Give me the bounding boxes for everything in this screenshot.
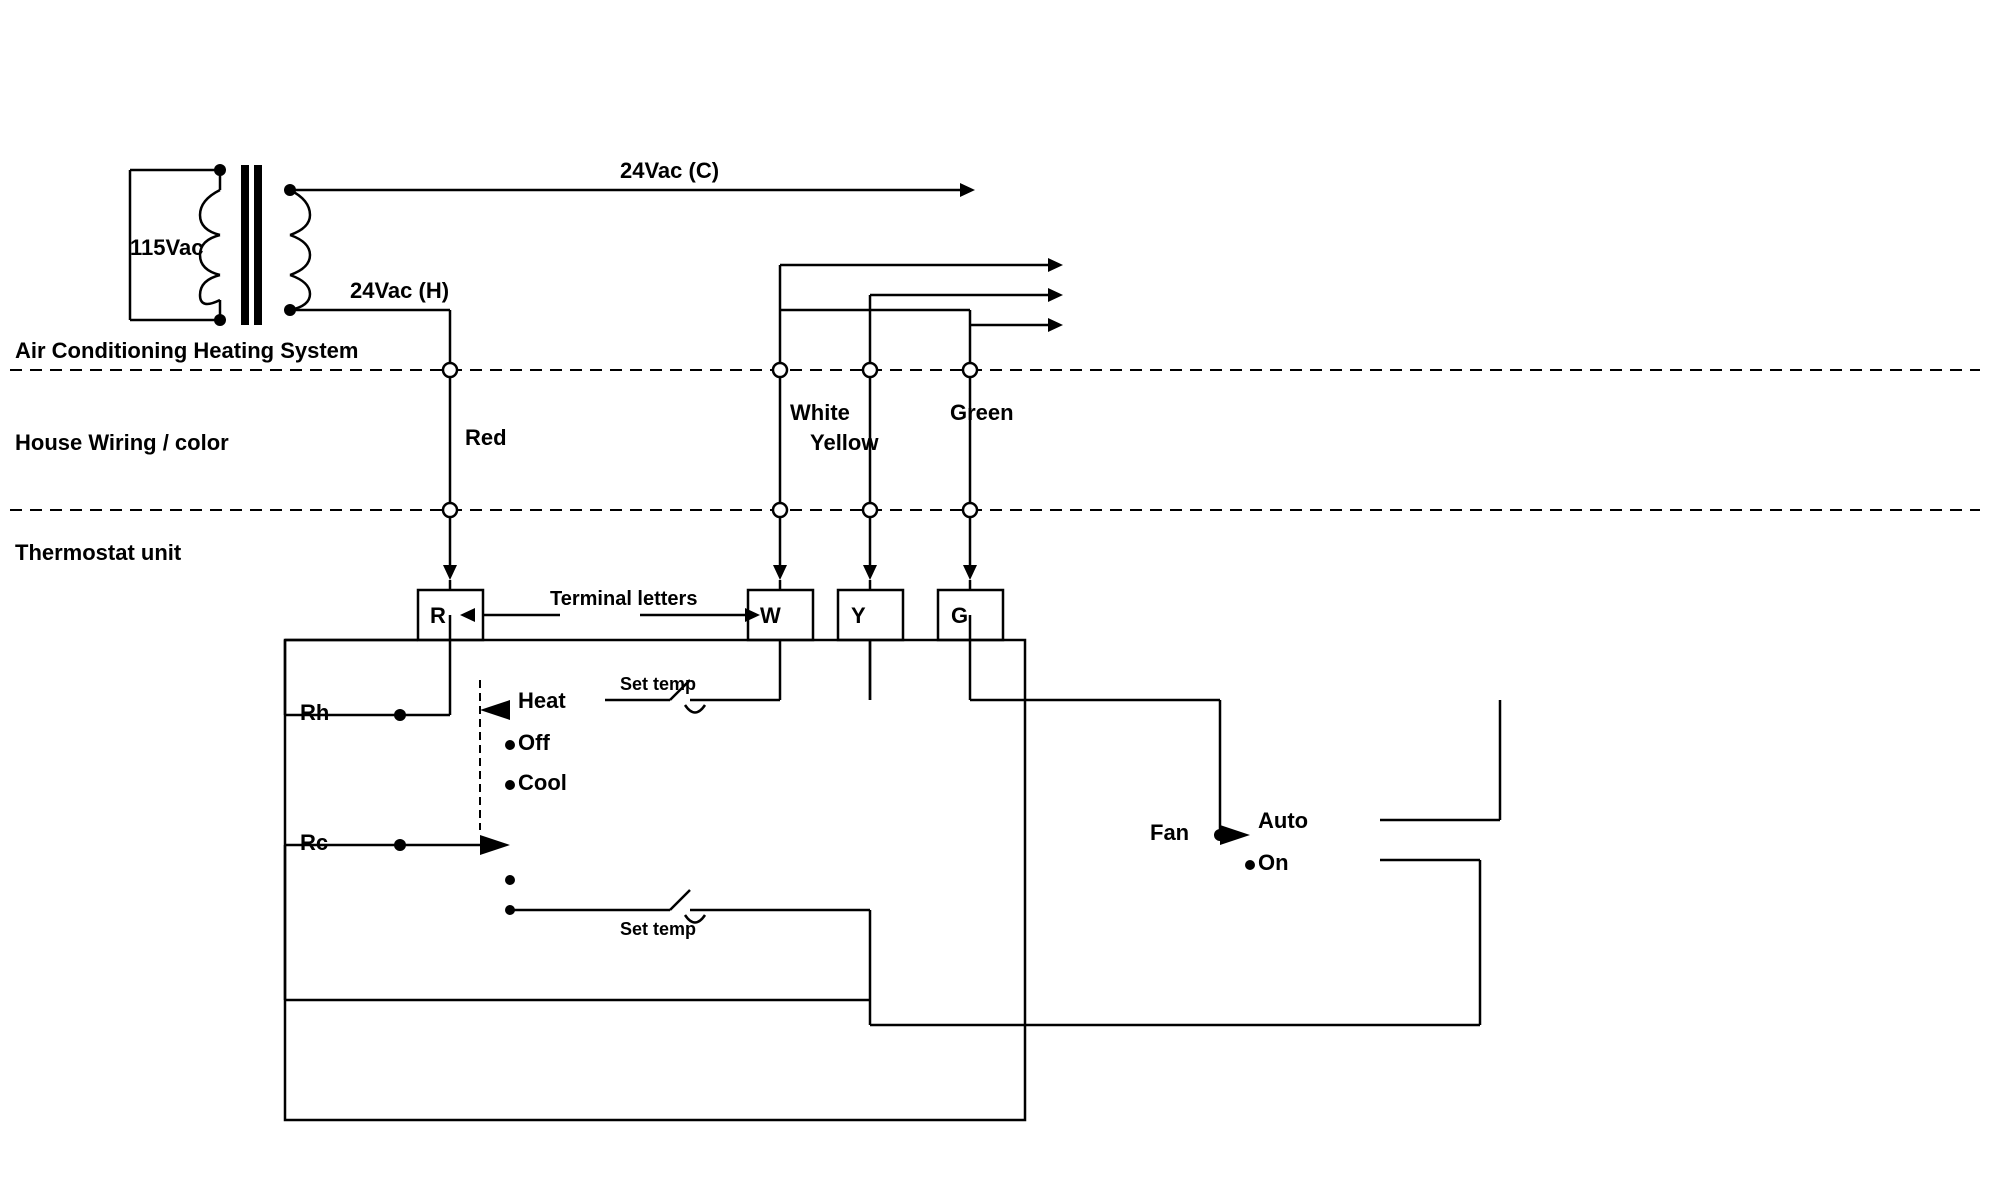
connector-green-bottom [963, 503, 977, 517]
terminal-r-label: R [430, 603, 446, 628]
cool-label: Cool [518, 770, 567, 795]
diagram-container: 115Vac 24Vac (C) 24Vac (H) Air Condition… [0, 0, 2000, 1200]
connector-yellow-top [863, 363, 877, 377]
house-wiring-label: House Wiring / color [15, 430, 229, 455]
connector-red-top [443, 363, 457, 377]
voltage-24h-label: 24Vac (H) [350, 278, 449, 303]
connector-green-top [963, 363, 977, 377]
arrow-right-3 [1048, 318, 1063, 332]
fan-label: Fan [1150, 820, 1189, 845]
terminal-letters-label: Terminal letters [550, 588, 697, 610]
switch-symbol-1 [685, 705, 705, 713]
voltage-115-label: 115Vac [130, 235, 203, 260]
arrow-24vac-c [960, 183, 975, 197]
arrow-right-1 [1048, 258, 1063, 272]
dot-cool [505, 780, 515, 790]
ac-system-label: Air Conditioning Heating System [15, 338, 358, 363]
on-label: On [1258, 850, 1289, 875]
red-wire-label: Red [465, 425, 507, 450]
arrow-red-down [443, 565, 457, 580]
set-temp-2-label: Set temp [620, 919, 696, 939]
thermostat-unit-label: Thermostat unit [15, 540, 182, 565]
voltage-24c-label: 24Vac (C) [620, 158, 719, 183]
connector-red-bottom [443, 503, 457, 517]
arrow-white-down [773, 565, 787, 580]
terminal-w-label: W [760, 603, 781, 628]
white-wire-label: White [790, 400, 850, 425]
arrow-green-down [963, 565, 977, 580]
connector-white-bottom [773, 503, 787, 517]
dot-on [1245, 860, 1255, 870]
terminal-g-label: G [951, 603, 968, 628]
terminal-y-box [838, 590, 903, 640]
heat-label: Heat [518, 688, 566, 713]
selector-arrow [480, 700, 510, 720]
rc-arrow [480, 835, 510, 855]
green-wire-label: Green [950, 400, 1014, 425]
yellow-wire-label: Yellow [810, 430, 879, 455]
auto-label: Auto [1258, 808, 1308, 833]
arrow-right-2 [1048, 288, 1063, 302]
off-label: Off [518, 730, 550, 755]
rh-label: Rh [300, 700, 329, 725]
connector-yellow-bottom [863, 503, 877, 517]
rc-label: Rc [300, 830, 328, 855]
dot-off [505, 740, 515, 750]
fan-selector-arrow [1220, 825, 1250, 845]
arrow-yellow-down [863, 565, 877, 580]
dot-rc-1 [505, 875, 515, 885]
terminal-y-label: Y [851, 603, 866, 628]
connector-white-top [773, 363, 787, 377]
